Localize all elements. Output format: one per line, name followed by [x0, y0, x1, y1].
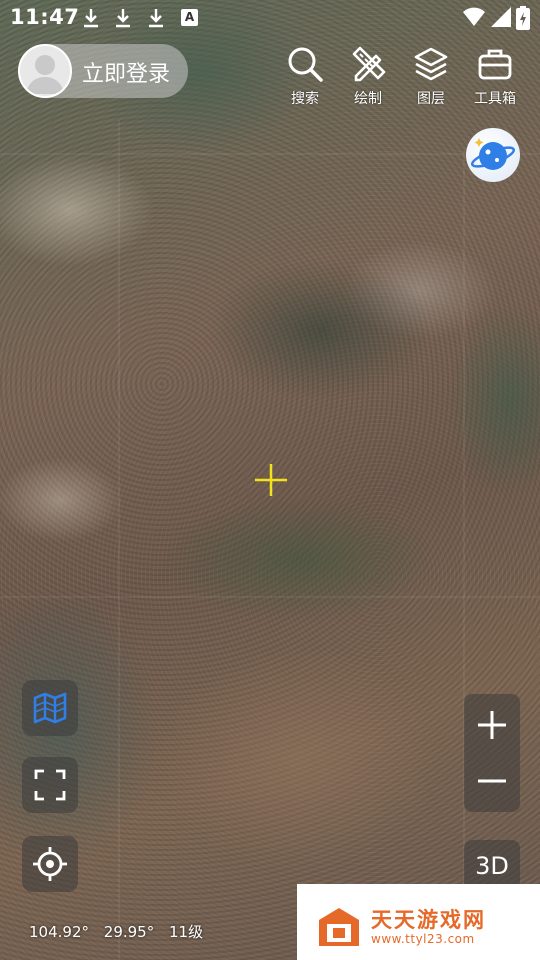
- layers-label: 图层: [417, 91, 445, 107]
- plus-icon: [478, 711, 506, 739]
- map-tile-seam: [118, 120, 120, 960]
- battery-icon: [516, 6, 530, 34]
- locate-icon: [33, 847, 67, 881]
- minus-icon: [478, 779, 506, 783]
- avatar[interactable]: [18, 44, 72, 98]
- download-icon: [114, 8, 132, 28]
- notification-badge: A: [181, 9, 198, 26]
- map-tile-seam: [0, 153, 540, 155]
- user-placeholder-icon: [26, 55, 64, 94]
- login-button[interactable]: 立即登录: [18, 44, 188, 98]
- planet-icon: [470, 138, 516, 170]
- map-fold-icon: [33, 692, 67, 724]
- map-type-button[interactable]: [22, 680, 78, 736]
- status-bar: 11:47 A: [0, 0, 540, 36]
- coordinate-readout: 104.92° 29.95° 11级: [29, 921, 213, 942]
- search-button[interactable]: 搜索: [273, 44, 337, 108]
- search-icon: [288, 47, 323, 82]
- layers-icon: [414, 47, 448, 81]
- wifi-icon: [462, 6, 486, 32]
- fullscreen-icon: [34, 769, 66, 801]
- pencil-ruler-icon: [352, 46, 386, 82]
- explore-planet-button[interactable]: [466, 128, 520, 182]
- login-label: 立即登录: [82, 62, 171, 87]
- signal-icon: [490, 6, 512, 32]
- draw-button[interactable]: 绘制: [336, 44, 400, 108]
- layers-button[interactable]: 图层: [399, 44, 463, 108]
- watermark-title: 天天游戏网: [371, 908, 486, 932]
- locate-me-button[interactable]: [22, 836, 78, 892]
- zoom-in-button[interactable]: [464, 696, 520, 754]
- zoom-controls: [464, 694, 520, 812]
- watermark-url: www.ttyl23.com: [371, 932, 475, 946]
- zoom-level-value: 11级: [169, 923, 204, 941]
- site-watermark: 天天游戏网 www.ttyl23.com: [297, 884, 540, 960]
- zoom-out-button[interactable]: [464, 752, 520, 810]
- toolbox-button[interactable]: 工具箱: [463, 44, 527, 108]
- draw-label: 绘制: [354, 91, 382, 107]
- download-icon: [147, 8, 165, 28]
- toolbox-label: 工具箱: [474, 91, 516, 107]
- map-tile-seam: [0, 596, 540, 598]
- latitude-value: 29.95°: [103, 923, 155, 941]
- center-crosshair: [255, 464, 287, 496]
- watermark-logo-icon: [319, 908, 359, 946]
- fullscreen-button[interactable]: [22, 757, 78, 813]
- search-label: 搜索: [291, 91, 319, 107]
- toolbox-icon: [478, 49, 512, 80]
- status-time: 11:47: [10, 5, 80, 29]
- longitude-value: 104.92°: [29, 923, 89, 941]
- download-icon: [82, 8, 100, 28]
